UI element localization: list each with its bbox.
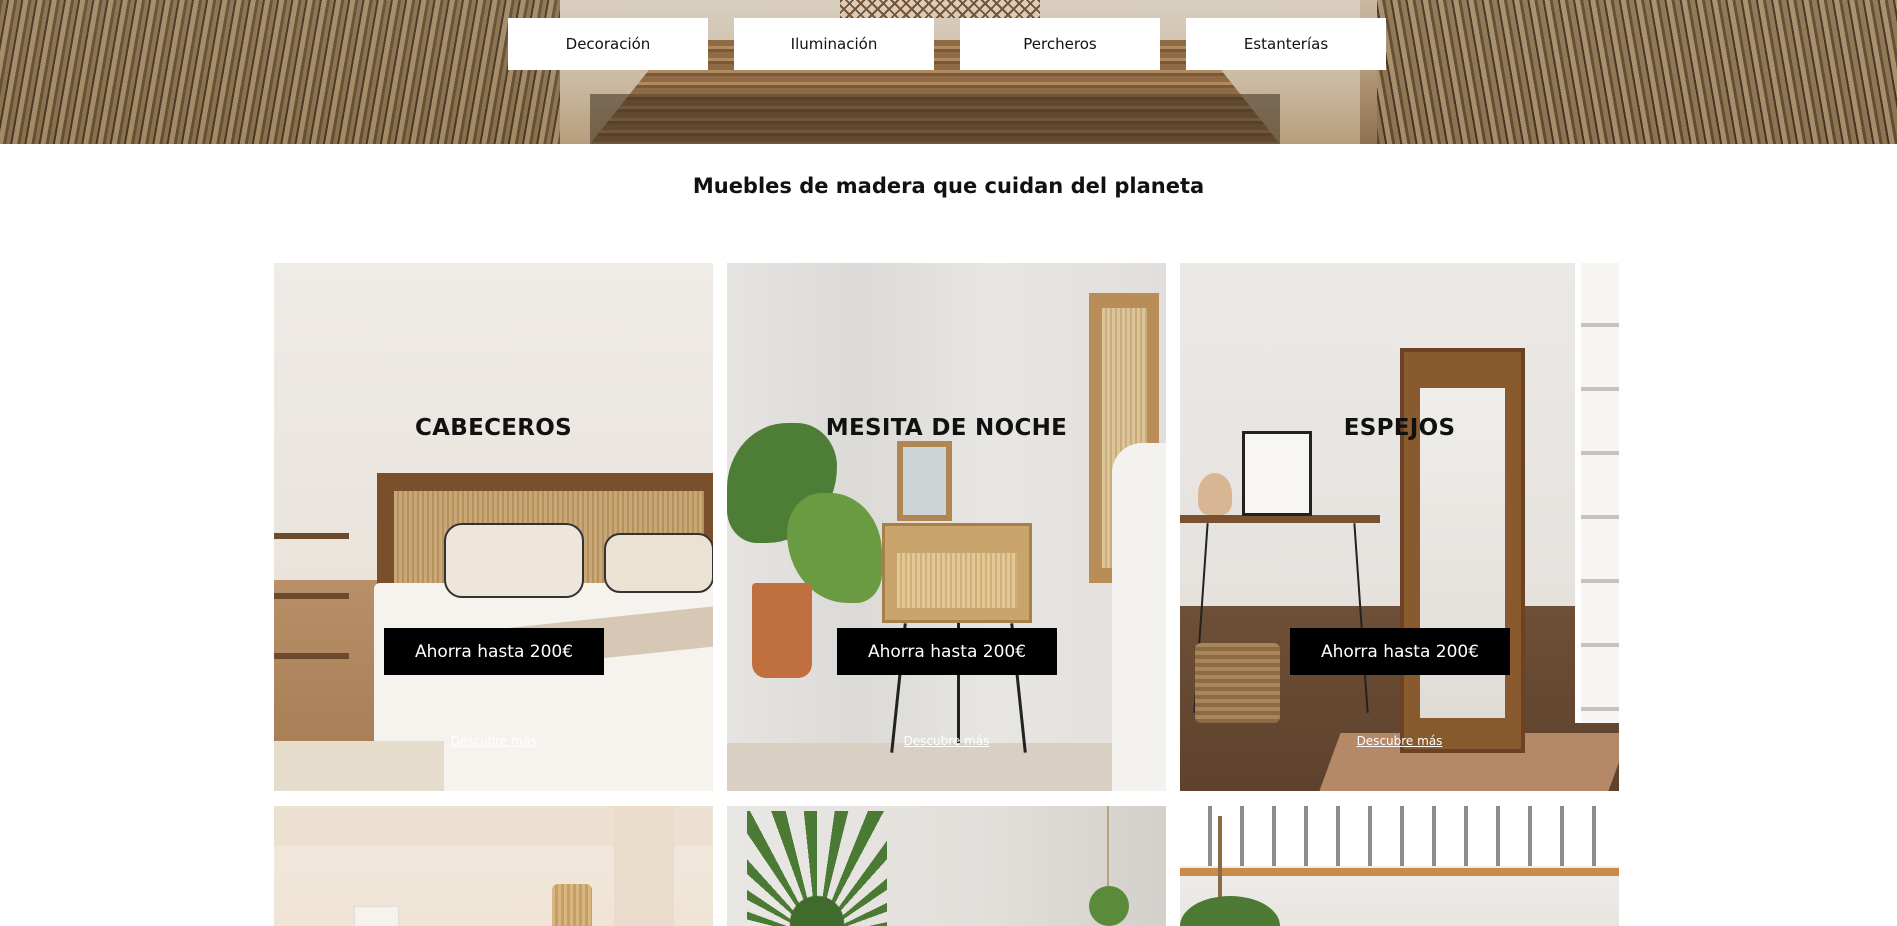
nav-decoracion-button[interactable]: Decoración	[508, 18, 708, 70]
rattan-chair-image	[840, 0, 1040, 18]
room-image	[274, 806, 713, 926]
promo-button[interactable]: Ahorra hasta 200€	[837, 628, 1057, 675]
nightstand-drawer	[897, 553, 1017, 608]
category-card-row2-3[interactable]	[1180, 806, 1619, 926]
card-title: MESITA DE NOCHE	[825, 415, 1068, 441]
grass-left-image	[0, 0, 560, 144]
category-card-mesita-de-noche[interactable]: MESITA DE NOCHE Ahorra hasta 200€ Descub…	[727, 263, 1166, 791]
hero-banner: Decoración Iluminación Percheros Estante…	[0, 0, 1897, 144]
room-image	[727, 806, 1166, 926]
hanging-plant	[1089, 886, 1129, 926]
category-card-espejos[interactable]: ESPEJOS Ahorra hasta 200€ Descubre más	[1180, 263, 1619, 791]
curtain	[614, 806, 674, 926]
room-image	[1180, 806, 1619, 926]
discover-more-link[interactable]: Descubre más	[1180, 734, 1619, 748]
card-title: CABECEROS	[414, 415, 573, 441]
promo-button[interactable]: Ahorra hasta 200€	[384, 628, 604, 675]
rattan-lamp	[552, 884, 592, 926]
card-title: ESPEJOS	[1343, 415, 1456, 441]
discover-more-link[interactable]: Descubre más	[274, 734, 713, 748]
mirror-room-image	[1180, 263, 1619, 791]
pillow	[444, 523, 584, 598]
rug	[274, 741, 444, 791]
floor	[727, 743, 1166, 791]
framed-print	[1242, 431, 1312, 516]
window	[1575, 263, 1619, 723]
photo-frame	[897, 441, 952, 521]
pier-shadow	[590, 94, 1280, 144]
promo-button[interactable]: Ahorra hasta 200€	[1290, 628, 1510, 675]
wall-art	[354, 906, 399, 926]
category-nav: Decoración Iluminación Percheros Estante…	[508, 18, 1386, 70]
grass-right-image	[1377, 0, 1897, 144]
category-card-cabeceros[interactable]: CABECEROS Ahorra hasta 200€ Descubre más	[274, 263, 713, 791]
table-leg	[1353, 523, 1369, 713]
palm-plant	[747, 811, 887, 926]
nav-estanterias-button[interactable]: Estanterías	[1186, 18, 1386, 70]
bedroom-headboard-image	[274, 263, 713, 791]
nav-iluminacion-button[interactable]: Iluminación	[734, 18, 934, 70]
category-card-row2-1[interactable]	[274, 806, 713, 926]
side-shelf	[274, 533, 349, 698]
nightstand-image	[727, 263, 1166, 791]
plant-pot	[752, 583, 812, 678]
vase	[1198, 473, 1232, 515]
page-tagline: Muebles de madera que cuidan del planeta	[692, 174, 1205, 198]
console-table	[1180, 515, 1380, 523]
plant-hanger	[1107, 806, 1109, 886]
pillow	[604, 533, 713, 593]
discover-more-link[interactable]: Descubre más	[727, 734, 1166, 748]
category-card-row2-2[interactable]	[727, 806, 1166, 926]
nav-percheros-button[interactable]: Percheros	[960, 18, 1160, 70]
basket	[1195, 643, 1280, 723]
